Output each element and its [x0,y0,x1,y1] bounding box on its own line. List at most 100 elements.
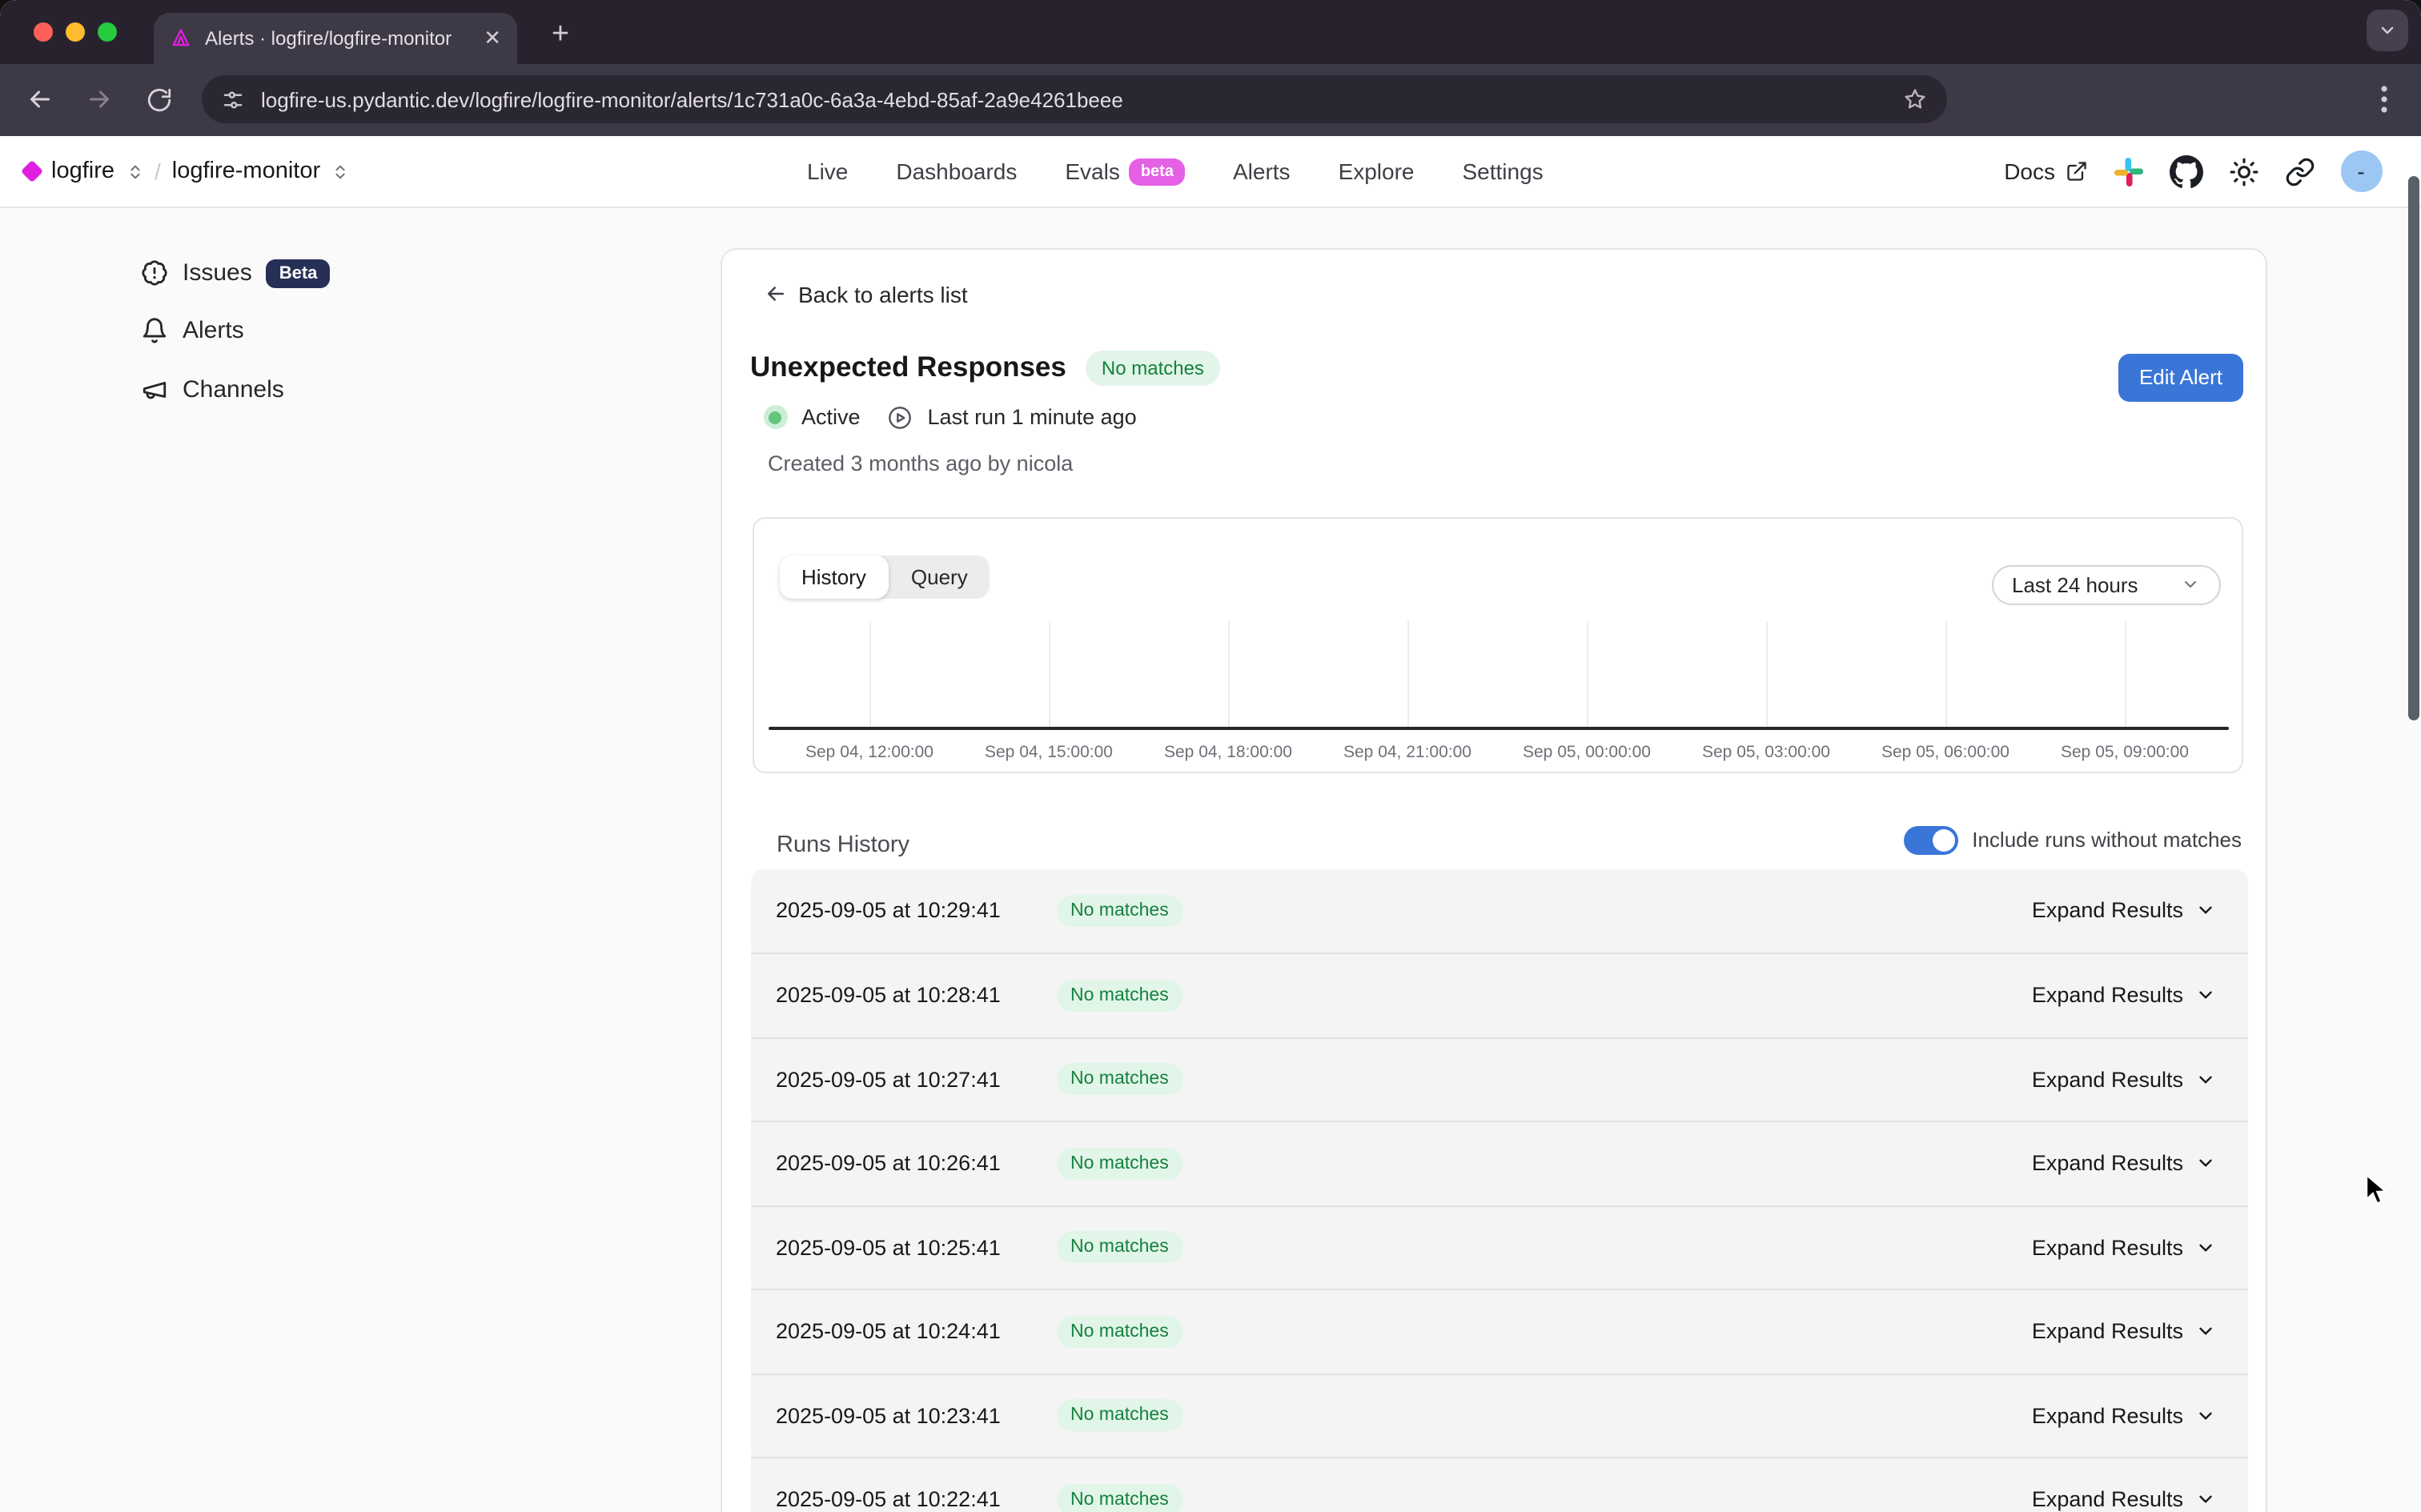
tab-query[interactable]: Query [889,555,990,598]
url-bar[interactable]: logfire-us.pydantic.dev/logfire/logfire-… [202,75,1947,123]
mouse-cursor [2365,1173,2389,1207]
expand-results-button[interactable]: Expand Results [2032,1068,2215,1092]
issues-beta-badge: Beta [267,259,331,287]
user-avatar[interactable]: - [2340,150,2382,192]
url-text[interactable]: logfire-us.pydantic.dev/logfire/logfire-… [261,87,1886,111]
theme-sun-icon[interactable] [2228,156,2258,186]
github-icon[interactable] [2169,154,2202,188]
alert-match-badge: No matches [1086,350,1220,385]
evals-beta-badge: beta [1130,158,1185,185]
sidebar-item-issues[interactable]: Issues Beta [141,254,330,292]
app-header: logfire / logfire-monitor Live Dashboard… [0,136,2421,208]
logfire-logo [21,160,43,182]
share-link-icon[interactable] [2284,156,2315,186]
alert-detail-card: Back to alerts list Unexpected Responses… [720,247,2266,1512]
tab-close-icon[interactable]: ✕ [484,28,501,49]
include-runs-toggle-label: Include runs without matches [1972,828,2242,852]
x-tick-label: Sep 04, 21:00:00 [1319,742,1496,761]
history-panel: History Query Last 24 hours Sep 04, 12:0… [752,516,2242,772]
window-minimize-button[interactable] [66,22,85,42]
run-match-badge: No matches [1056,1232,1183,1264]
nav-alerts[interactable]: Alerts [1233,158,1291,184]
last-run-label: Last run 1 minute ago [928,405,1137,429]
docs-link[interactable]: Docs [2004,158,2087,184]
runs-list: 2025-09-05 at 10:29:41 No matches Expand… [750,868,2247,1512]
window-zoom-button[interactable] [98,22,117,42]
tab-history[interactable]: History [779,555,889,598]
x-tick-label: Sep 05, 00:00:00 [1499,742,1675,761]
bookmark-star-icon[interactable] [1902,86,1928,112]
nav-live[interactable]: Live [807,158,848,184]
expand-results-button[interactable]: Expand Results [2032,1236,2215,1260]
chevron-down-icon [2378,21,2397,40]
nav-settings[interactable]: Settings [1463,158,1544,184]
org-switcher-chevrons-icon[interactable] [126,162,143,180]
run-row[interactable]: 2025-09-05 at 10:29:41 No matches Expand… [750,868,2247,953]
x-tick-label: Sep 05, 03:00:00 [1678,742,1854,761]
expand-results-button[interactable]: Expand Results [2032,899,2215,923]
page-scrollbar-thumb[interactable] [2408,176,2419,720]
run-match-badge: No matches [1056,1064,1183,1096]
expand-results-button[interactable]: Expand Results [2032,1152,2215,1176]
run-row[interactable]: 2025-09-05 at 10:25:41 No matches Expand… [750,1205,2247,1289]
site-info-icon[interactable] [221,87,245,111]
slack-icon[interactable] [2113,156,2143,186]
chevron-down-icon [2180,575,2199,594]
run-row[interactable]: 2025-09-05 at 10:24:41 No matches Expand… [750,1289,2247,1373]
run-match-badge: No matches [1056,980,1183,1012]
expand-results-button[interactable]: Expand Results [2032,984,2215,1008]
forward-icon [84,85,113,114]
run-timestamp: 2025-09-05 at 10:25:41 [776,1236,1037,1260]
reload-button[interactable] [143,82,176,116]
active-status-label: Active [801,405,861,429]
run-timestamp: 2025-09-05 at 10:27:41 [776,1068,1037,1092]
created-by-label: Created 3 months ago by nicola [768,451,1073,475]
forward-button[interactable] [82,82,115,116]
time-range-dropdown[interactable]: Last 24 hours [1991,564,2220,604]
sidebar-item-alerts[interactable]: Alerts [141,311,244,350]
project-switcher-chevrons-icon[interactable] [331,162,349,180]
run-row[interactable]: 2025-09-05 at 10:23:41 No matches Expand… [750,1373,2247,1457]
browser-menu-icon[interactable] [2368,82,2400,116]
run-match-badge: No matches [1056,1484,1183,1512]
run-match-badge: No matches [1056,1400,1183,1432]
browser-tab[interactable]: Alerts · logfire/logfire-monitor ✕ [154,13,517,63]
back-button[interactable] [22,82,56,116]
nav-explore[interactable]: Explore [1339,158,1415,184]
run-row[interactable]: 2025-09-05 at 10:26:41 No matches Expand… [750,1121,2247,1205]
x-tick-label: Sep 04, 18:00:00 [1140,742,1316,761]
expand-chevron-icon [2194,1321,2215,1342]
nav-dashboards[interactable]: Dashboards [896,158,1017,184]
run-row[interactable]: 2025-09-05 at 10:27:41 No matches Expand… [750,1037,2247,1121]
main-nav: Live Dashboards Evalsbeta Alerts Explore… [807,136,1544,207]
window-close-button[interactable] [34,22,53,42]
new-tab-button[interactable]: + [538,13,583,58]
run-timestamp: 2025-09-05 at 10:26:41 [776,1152,1037,1176]
x-tick-label: Sep 04, 12:00:00 [781,742,958,761]
run-match-badge: No matches [1056,895,1183,927]
badge-alert-icon [141,259,168,287]
x-tick-label: Sep 04, 15:00:00 [961,742,1137,761]
edit-alert-button[interactable]: Edit Alert [2118,353,2243,401]
expand-results-button[interactable]: Expand Results [2032,1404,2215,1428]
project-switcher[interactable]: logfire-monitor [172,158,320,184]
run-row[interactable]: 2025-09-05 at 10:22:41 No matches Expand… [750,1457,2247,1512]
run-match-badge: No matches [1056,1316,1183,1348]
tab-title: Alerts · logfire/logfire-monitor [205,27,471,50]
include-runs-toggle[interactable] [1903,825,1957,854]
back-to-alerts-link[interactable]: Back to alerts list [763,281,968,307]
history-query-tabs: History Query [779,555,990,598]
chart-x-axis [768,727,2228,730]
expand-results-button[interactable]: Expand Results [2032,1320,2215,1344]
tab-search-button[interactable] [2367,10,2408,51]
x-tick-label: Sep 05, 06:00:00 [1857,742,2034,761]
expand-results-button[interactable]: Expand Results [2032,1488,2215,1512]
run-row[interactable]: 2025-09-05 at 10:28:41 No matches Expand… [750,953,2247,1037]
window-controls [34,22,117,42]
org-switcher[interactable]: logfire [51,158,114,184]
expand-chevron-icon [2194,985,2215,1006]
run-timestamp: 2025-09-05 at 10:23:41 [776,1404,1037,1428]
megaphone-icon [141,375,168,403]
nav-evals[interactable]: Evalsbeta [1065,158,1185,185]
sidebar-item-channels[interactable]: Channels [141,370,284,408]
